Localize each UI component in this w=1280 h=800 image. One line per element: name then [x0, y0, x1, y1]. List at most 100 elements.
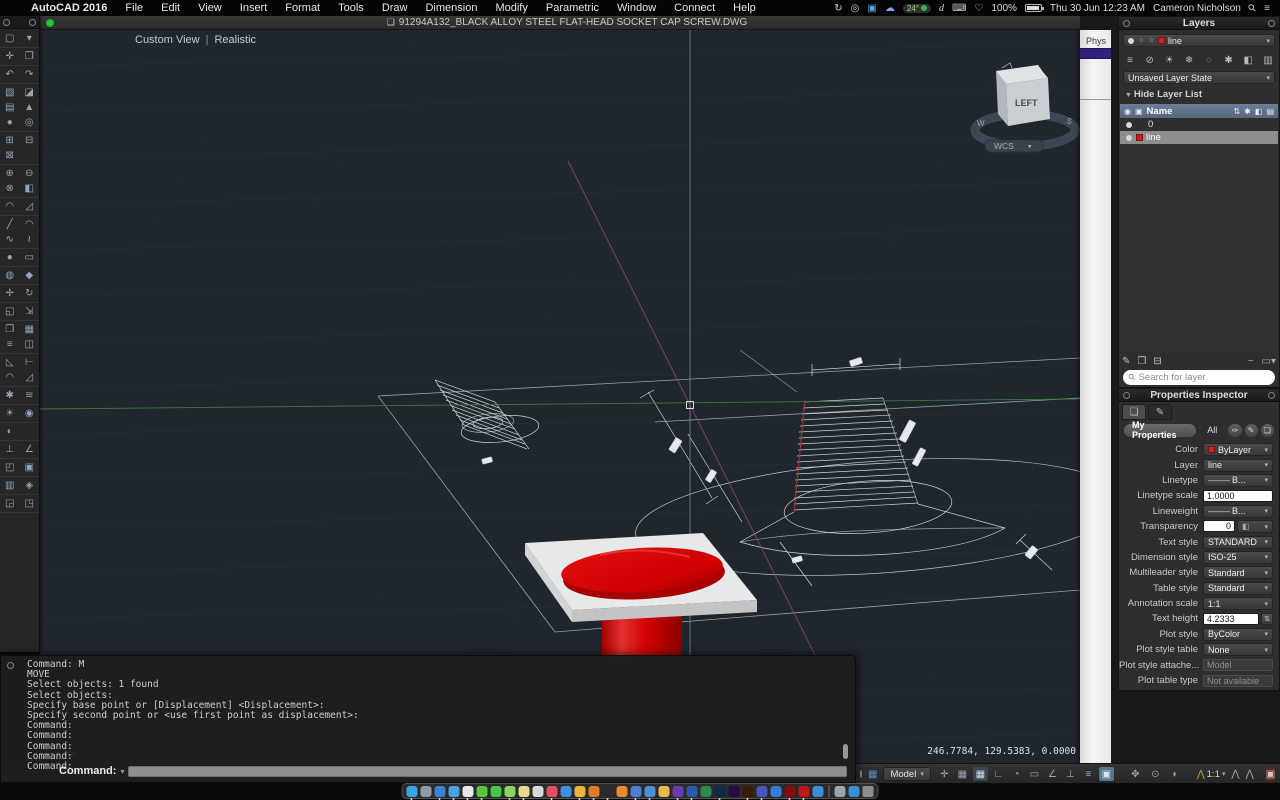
- linetype-select[interactable]: ———B...▾: [1203, 474, 1273, 487]
- zoom-window-tool-icon[interactable]: ◲: [0, 496, 20, 511]
- workspace-icon[interactable]: ▦: [868, 767, 877, 781]
- layer-unisolate-icon[interactable]: ▥: [1260, 55, 1276, 66]
- dock-photoshop-icon[interactable]: [715, 786, 726, 797]
- panel-collapse-icon[interactable]: [1268, 20, 1275, 27]
- area-tool-icon[interactable]: ∠: [20, 442, 40, 457]
- slab-tool-icon[interactable]: ◪: [20, 85, 40, 100]
- name-column-header[interactable]: Name: [1147, 106, 1173, 117]
- dock-terminal-icon[interactable]: [603, 786, 614, 797]
- menu-draw[interactable]: Draw: [373, 2, 417, 14]
- command-scrollbar-thumb[interactable]: [843, 744, 848, 759]
- polysolid-tool-icon[interactable]: ⊞: [0, 133, 20, 148]
- layer-state-select[interactable]: Unsaved Layer State ▾: [1123, 71, 1275, 84]
- layer-isolate-icon[interactable]: ◧: [1240, 55, 1256, 66]
- erase-tool-icon[interactable]: ◆: [20, 268, 40, 283]
- line-tool-icon[interactable]: ╱: [0, 217, 20, 232]
- ortho-mode-toggle[interactable]: ∟: [991, 767, 1006, 781]
- dock-photos-icon[interactable]: [463, 786, 474, 797]
- lock-column-icon[interactable]: ◧: [1255, 107, 1263, 116]
- plot-style-select[interactable]: ByColor▾: [1203, 628, 1273, 641]
- panel-close-icon[interactable]: [3, 19, 10, 26]
- revision-cloud-tool-icon[interactable]: ∿: [0, 232, 20, 247]
- multiline-tool-icon[interactable]: ≋: [20, 388, 40, 403]
- keyboard-icon[interactable]: ⌨: [952, 3, 966, 14]
- arc-tool-icon[interactable]: ◠: [20, 217, 40, 232]
- section-plane-tool-icon[interactable]: ◰: [0, 460, 20, 475]
- current-layer-select[interactable]: ☀ ❄ line ▾: [1123, 34, 1275, 47]
- linetype-scale-input[interactable]: 1.0000: [1203, 490, 1273, 502]
- layer-lock-icon[interactable]: ✱: [1221, 55, 1237, 66]
- tool-group-caret-tool-icon[interactable]: ▾: [20, 31, 40, 46]
- eyedropper-button[interactable]: ✎: [1245, 424, 1258, 437]
- menu-dimension[interactable]: Dimension: [416, 2, 486, 14]
- insert-2-tool-icon[interactable]: ◍: [0, 268, 20, 283]
- layer-color-swatch[interactable]: [1136, 134, 1143, 141]
- render-status-icon[interactable]: ▣: [1266, 767, 1275, 781]
- dock-chrome-icon[interactable]: [575, 786, 586, 797]
- dock-reminders-icon[interactable]: [533, 786, 544, 797]
- intersect-tool-icon[interactable]: ⊗: [0, 181, 20, 196]
- angle-snap-toggle[interactable]: ∠: [1045, 767, 1060, 781]
- panel-collapse-icon[interactable]: [1268, 392, 1275, 399]
- menu-modify[interactable]: Modify: [486, 2, 536, 14]
- scale-tool-icon[interactable]: ◱: [0, 304, 20, 319]
- slice-tool-icon[interactable]: ◧: [20, 181, 40, 196]
- auto-scale-icon[interactable]: ⋀: [1246, 767, 1254, 781]
- battery-icon[interactable]: [1025, 4, 1042, 12]
- fillet-tool-icon[interactable]: ◠: [0, 370, 20, 385]
- dock-xcode-icon[interactable]: [631, 786, 642, 797]
- cone-tool-icon[interactable]: ▲: [20, 100, 40, 115]
- lineweight-display-toggle[interactable]: ▣: [1099, 767, 1114, 781]
- docker-icon[interactable]: d: [939, 3, 944, 14]
- extrude-tool-icon[interactable]: ⊟: [20, 133, 40, 148]
- circle-tool-icon[interactable]: ●: [0, 250, 20, 265]
- dock-facetime-icon[interactable]: [491, 786, 502, 797]
- layer-unlock-icon[interactable]: ◌: [1201, 55, 1217, 66]
- wcs-menu[interactable]: WCS ▾: [985, 140, 1043, 152]
- chamfer-edge-tool-icon[interactable]: ◿: [20, 199, 40, 214]
- redo-tool-icon[interactable]: ↷: [20, 67, 40, 82]
- annotation-visibility-icon[interactable]: ⋀: [1231, 767, 1239, 781]
- torus-tool-icon[interactable]: ◎: [20, 115, 40, 130]
- freeze-column-icon[interactable]: ✱: [1244, 107, 1251, 116]
- layer-list-header[interactable]: ◉ ▣ Name ⇅ ✱ ◧ ▤: [1120, 104, 1278, 118]
- dock-finder-icon[interactable]: [407, 786, 418, 797]
- insert-block-tool-icon[interactable]: ❐: [20, 49, 40, 64]
- compass-west[interactable]: W: [977, 119, 985, 128]
- dimension-style-select[interactable]: ISO-25▾: [1203, 551, 1273, 564]
- properties-panel-header[interactable]: Properties Inspector: [1119, 389, 1279, 402]
- dock-app-store-icon[interactable]: [561, 786, 572, 797]
- mirror-tool-icon[interactable]: ◫: [20, 337, 40, 352]
- viewcube-home-icon[interactable]: [1002, 63, 1012, 68]
- dock-word-icon[interactable]: [687, 786, 698, 797]
- layer-freeze-icon[interactable]: ❄: [1181, 55, 1197, 66]
- dock-acrobat-icon[interactable]: [785, 786, 796, 797]
- stepper-icon[interactable]: ⇅: [1261, 613, 1273, 625]
- move-tool-icon[interactable]: ✛: [0, 49, 20, 64]
- model-space-canvas[interactable]: W N S LEFT WCS ▾: [40, 30, 1080, 763]
- layer-select[interactable]: line▾: [1203, 459, 1273, 472]
- layer-search-field[interactable]: ⚲ Search for layer: [1123, 370, 1275, 385]
- user-menu[interactable]: Cameron Nicholson: [1153, 3, 1241, 14]
- sort-icon[interactable]: ⇅: [1233, 107, 1240, 116]
- sun-properties-tool-icon[interactable]: ☀: [0, 406, 20, 421]
- menu-format[interactable]: Format: [276, 2, 329, 14]
- dock-launchpad-icon[interactable]: [421, 786, 432, 797]
- dock-maps-icon[interactable]: [505, 786, 516, 797]
- plot-style-table-select[interactable]: None▾: [1203, 643, 1273, 656]
- extend-tool-icon[interactable]: ⊢: [20, 355, 40, 370]
- menu-tools[interactable]: Tools: [329, 2, 373, 14]
- menu-file[interactable]: File: [116, 2, 152, 14]
- match-properties-button[interactable]: ✑: [1228, 424, 1241, 437]
- annotation-scale-control[interactable]: ⋀ 1:1 ▾: [1197, 769, 1226, 780]
- zoom-extents-tool-icon[interactable]: ◳: [20, 496, 40, 511]
- dock-trash-icon[interactable]: [863, 786, 874, 797]
- dock-downloads-icon[interactable]: [835, 786, 846, 797]
- dock-mail-icon[interactable]: [449, 786, 460, 797]
- macos-dock[interactable]: [402, 783, 879, 799]
- layer-visible-dot[interactable]: [1126, 135, 1132, 141]
- materials-tool-icon[interactable]: ◉: [20, 406, 40, 421]
- menu-parametric[interactable]: Parametric: [537, 2, 608, 14]
- spline-tool-icon[interactable]: ≀: [20, 232, 40, 247]
- view-control[interactable]: Custom View: [135, 34, 200, 46]
